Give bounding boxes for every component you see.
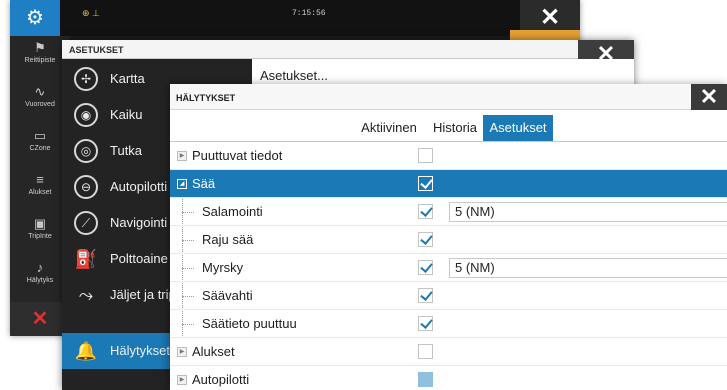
settings-content-title: Asetukset... [260,68,328,83]
sidebar: ⚑ Reittipiste ∿ Vuoroved ▭ CZone ≡ Aluks… [10,36,70,336]
screen: ⚙ ⊕ ⊥ 7:15:56 ✕ ⚑ Reittipiste ∿ Vuoroved… [0,0,727,390]
sidebar-item-label: CZone [29,145,51,152]
enable-checkbox[interactable] [418,232,433,247]
settings-title: ASETUKSET [69,45,124,55]
alarm-row-weather-data-missing[interactable]: Säätieto puuttuu [170,310,727,338]
tab-settings[interactable]: Asetukset [483,115,553,141]
vessels-icon: ≡ [36,172,44,187]
menu-item-label: Navigointi [110,215,168,230]
sidebar-item-trip[interactable]: ▣ TripInte [10,216,70,256]
alarm-row-missing-data[interactable]: ▶ Puuttuvat tiedot [170,142,727,170]
enable-checkbox[interactable] [418,372,433,387]
menu-item-label: Kaiku [110,107,143,122]
alarms-close-icon[interactable]: ✕ [691,84,727,110]
row-label: Salamointi [202,204,263,219]
row-label: Säätieto puuttuu [202,316,297,331]
tree-branch [182,268,194,269]
row-label: Sää [192,176,216,191]
menu-item-label: Autopilotti [110,179,168,194]
accent-strip [510,30,580,40]
alarms-title: HÄLYTYKSET [176,93,236,103]
bell-icon: ♪ [36,260,44,275]
tree-branch [182,296,194,297]
trails-icon: ⤳ [78,285,94,305]
sidebar-item-czone[interactable]: ▭ CZone [10,128,70,168]
enable-checkbox[interactable] [418,316,433,331]
clock: 7:15:56 [292,9,326,18]
row-label: Myrsky [202,260,244,275]
menu-item-label: Hälytykset [110,343,170,358]
echo-icon: ◉ [74,103,98,127]
cancel-icon[interactable]: ✕ [10,302,70,336]
row-label: Autopilotti [192,372,250,387]
tab-active[interactable]: Aktiivinen [353,115,425,141]
fuel-pump-icon: ⛽ [74,249,98,269]
status-bar: ⚙ ⊕ ⊥ 7:15:56 ✕ [10,0,580,36]
flag-icon: ⚑ [34,40,46,55]
status-icons: ⊕ ⊥ [82,8,100,18]
gear-icon[interactable]: ⚙ [10,0,60,36]
trip-icon: ▣ [33,216,47,231]
enable-checkbox[interactable] [418,344,433,359]
alarm-row-vessels[interactable]: ▶ Alukset [170,338,727,366]
tree-branch [182,324,194,325]
sidebar-item-label: TripInte [28,233,52,240]
menu-item-label: Polttoaine [110,251,168,266]
compass-icon: ⟋ [74,211,98,235]
enable-checkbox[interactable] [418,176,433,191]
sidebar-item-alarms[interactable]: ♪ Hälytyks [10,260,70,300]
collapse-icon[interactable]: ◢ [177,179,187,189]
alarms-title-bar: HÄLYTYKSET [170,84,727,110]
alarm-row-autopilot[interactable]: ▶ Autopilotti [170,366,727,390]
steering-wheel-icon: ⊖ [74,175,98,199]
tab-history[interactable]: Historia [427,115,483,141]
enable-checkbox[interactable] [418,204,433,219]
row-label: Puuttuvat tiedot [192,148,283,163]
sidebar-item-waypoint[interactable]: ⚑ Reittipiste [10,40,70,80]
row-label: Raju sää [202,232,254,247]
sidebar-item-vessels[interactable]: ≡ Alukset [10,172,70,212]
expand-icon[interactable]: ▶ [177,347,187,357]
menu-item-label: Tutka [110,143,143,158]
alarm-row-weather[interactable]: ◢ Sää [170,170,727,198]
alarms-dialog: HÄLYTYKSET ✕ Aktiivinen Historia Asetuks… [170,84,727,390]
alarm-row-lightning[interactable]: Salamointi 5 (NM) [170,198,727,226]
expand-icon[interactable]: ▶ [177,375,187,385]
czone-icon: ▭ [33,128,47,143]
sidebar-item-label: Reittipiste [24,57,56,64]
tree-branch [182,240,194,241]
row-label: Alukset [192,344,235,359]
row-label: Säävahti [202,288,253,303]
radar-icon: ◎ [74,139,98,163]
sidebar-item-label: Vuoroved [25,101,55,108]
menu-item-label: Jäljet ja trip [110,287,176,302]
alarm-row-weather-watch[interactable]: Säävahti [170,282,727,310]
settings-title-bar: ASETUKSET [62,40,634,59]
sidebar-item-tide[interactable]: ∿ Vuoroved [10,84,70,124]
enable-checkbox[interactable] [418,288,433,303]
lightning-range-field[interactable]: 5 (NM) [449,202,727,222]
tree-branch [182,212,194,213]
enable-checkbox[interactable] [418,260,433,275]
enable-checkbox[interactable] [418,148,433,163]
sidebar-item-label: Hälytyks [26,277,54,284]
chart-icon: ✢ [74,67,98,91]
expand-icon[interactable]: ▶ [177,151,187,161]
alarm-row-severe-weather[interactable]: Raju sää [170,226,727,254]
alarm-row-storm[interactable]: Myrsky 5 (NM) [170,254,727,282]
menu-item-label: Kartta [110,71,145,86]
storm-range-field[interactable]: 5 (NM) [449,258,727,278]
sidebar-item-label: Alukset [28,189,52,196]
bell-icon: 🔔 [74,341,98,361]
tide-icon: ∿ [34,84,46,99]
